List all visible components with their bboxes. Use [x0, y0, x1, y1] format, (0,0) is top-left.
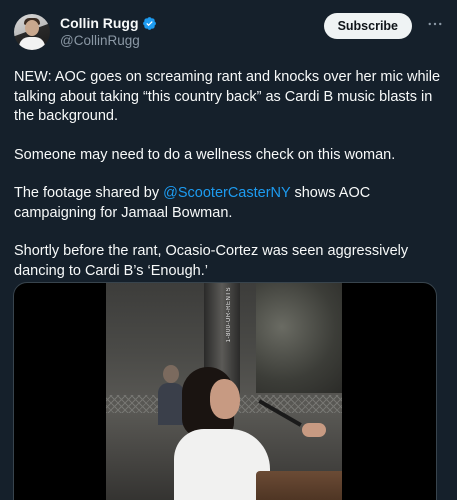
tweet: Collin Rugg @CollinRugg Subscribe NEW: A… — [0, 0, 457, 500]
tweet-paragraph-3: The footage shared by @ScooterCasterNY s… — [14, 184, 443, 223]
tweet-paragraph-1: NEW: AOC goes on screaming rant and knoc… — [14, 69, 441, 124]
tweet-paragraph-2: Someone may need to do a wellness check … — [14, 146, 396, 163]
author-display-name[interactable]: Collin Rugg — [60, 15, 139, 32]
more-horizontal-icon[interactable] — [425, 14, 445, 34]
name-row: Collin Rugg — [60, 15, 157, 32]
avatar[interactable] — [14, 14, 50, 50]
speaker-hand — [302, 423, 326, 437]
video-frame[interactable]: 1-800-UR-RENTS — [106, 283, 342, 500]
mention-link[interactable]: @ScooterCasterNY — [163, 185, 290, 201]
media-container[interactable]: 1-800-UR-RENTS — [13, 282, 437, 500]
subscribe-button[interactable]: Subscribe — [323, 13, 412, 39]
tweet-text: NEW: AOC goes on screaming rant and knoc… — [14, 68, 443, 281]
author-handle[interactable]: @CollinRugg — [60, 32, 157, 49]
podium — [256, 471, 342, 500]
paragraph-3-text-start: The footage shared by — [14, 185, 164, 201]
tweet-paragraph-4: Shortly before the rant, Ocasio-Cortez w… — [14, 243, 409, 279]
verified-badge-icon[interactable] — [142, 16, 157, 31]
scaffold-sign-text: 1-800-UR-RENTS — [226, 287, 232, 343]
author-info: Collin Rugg @CollinRugg — [60, 15, 157, 49]
